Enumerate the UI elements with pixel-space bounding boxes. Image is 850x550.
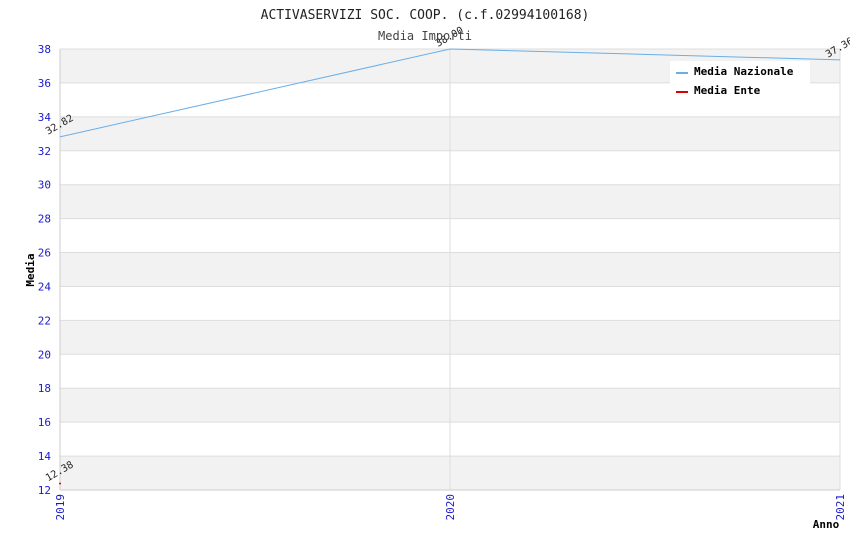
y-tick-label: 36 <box>38 77 51 90</box>
y-tick-label: 20 <box>38 348 51 361</box>
y-tick-label: 32 <box>38 145 51 158</box>
y-tick-label: 18 <box>38 382 51 395</box>
y-tick-label: 14 <box>38 450 52 463</box>
y-tick-label: 26 <box>38 247 51 260</box>
series-point-1 <box>59 482 61 485</box>
x-tick-labels: 2019 2020 2021 <box>54 494 847 521</box>
x-tick-label: 2019 <box>54 494 67 521</box>
y-tick-labels: 12 14 16 18 20 22 24 26 28 30 32 34 36 38 <box>38 43 52 497</box>
legend-label-media-nazionale: Media Nazionale <box>694 65 794 78</box>
y-tick-label: 28 <box>38 213 51 226</box>
y-tick-label: 12 <box>38 484 51 497</box>
y-tick-label: 16 <box>38 416 51 429</box>
x-tick-label: 2020 <box>444 494 457 521</box>
chart: 12 14 16 18 20 22 24 26 28 30 32 34 36 38 2019 2020 202… <box>24 8 850 531</box>
y-tick-label: 22 <box>38 314 51 327</box>
chart-title: ACTIVASERVIZI SOC. COOP. (c.f.0299410016… <box>261 8 590 23</box>
y-tick-label: 30 <box>38 179 51 192</box>
y-tick-label: 38 <box>38 43 51 56</box>
y-axis-label: Media <box>24 253 37 286</box>
legend: Media Nazionale Media Ente <box>670 61 810 101</box>
y-tick-label: 34 <box>38 111 52 124</box>
y-tick-label: 24 <box>38 280 52 293</box>
chart-subtitle: Media Importi <box>378 29 472 43</box>
x-tick-label: 2021 <box>834 494 847 521</box>
legend-label-media-ente: Media Ente <box>694 84 761 97</box>
x-axis-label: Anno <box>813 518 840 531</box>
